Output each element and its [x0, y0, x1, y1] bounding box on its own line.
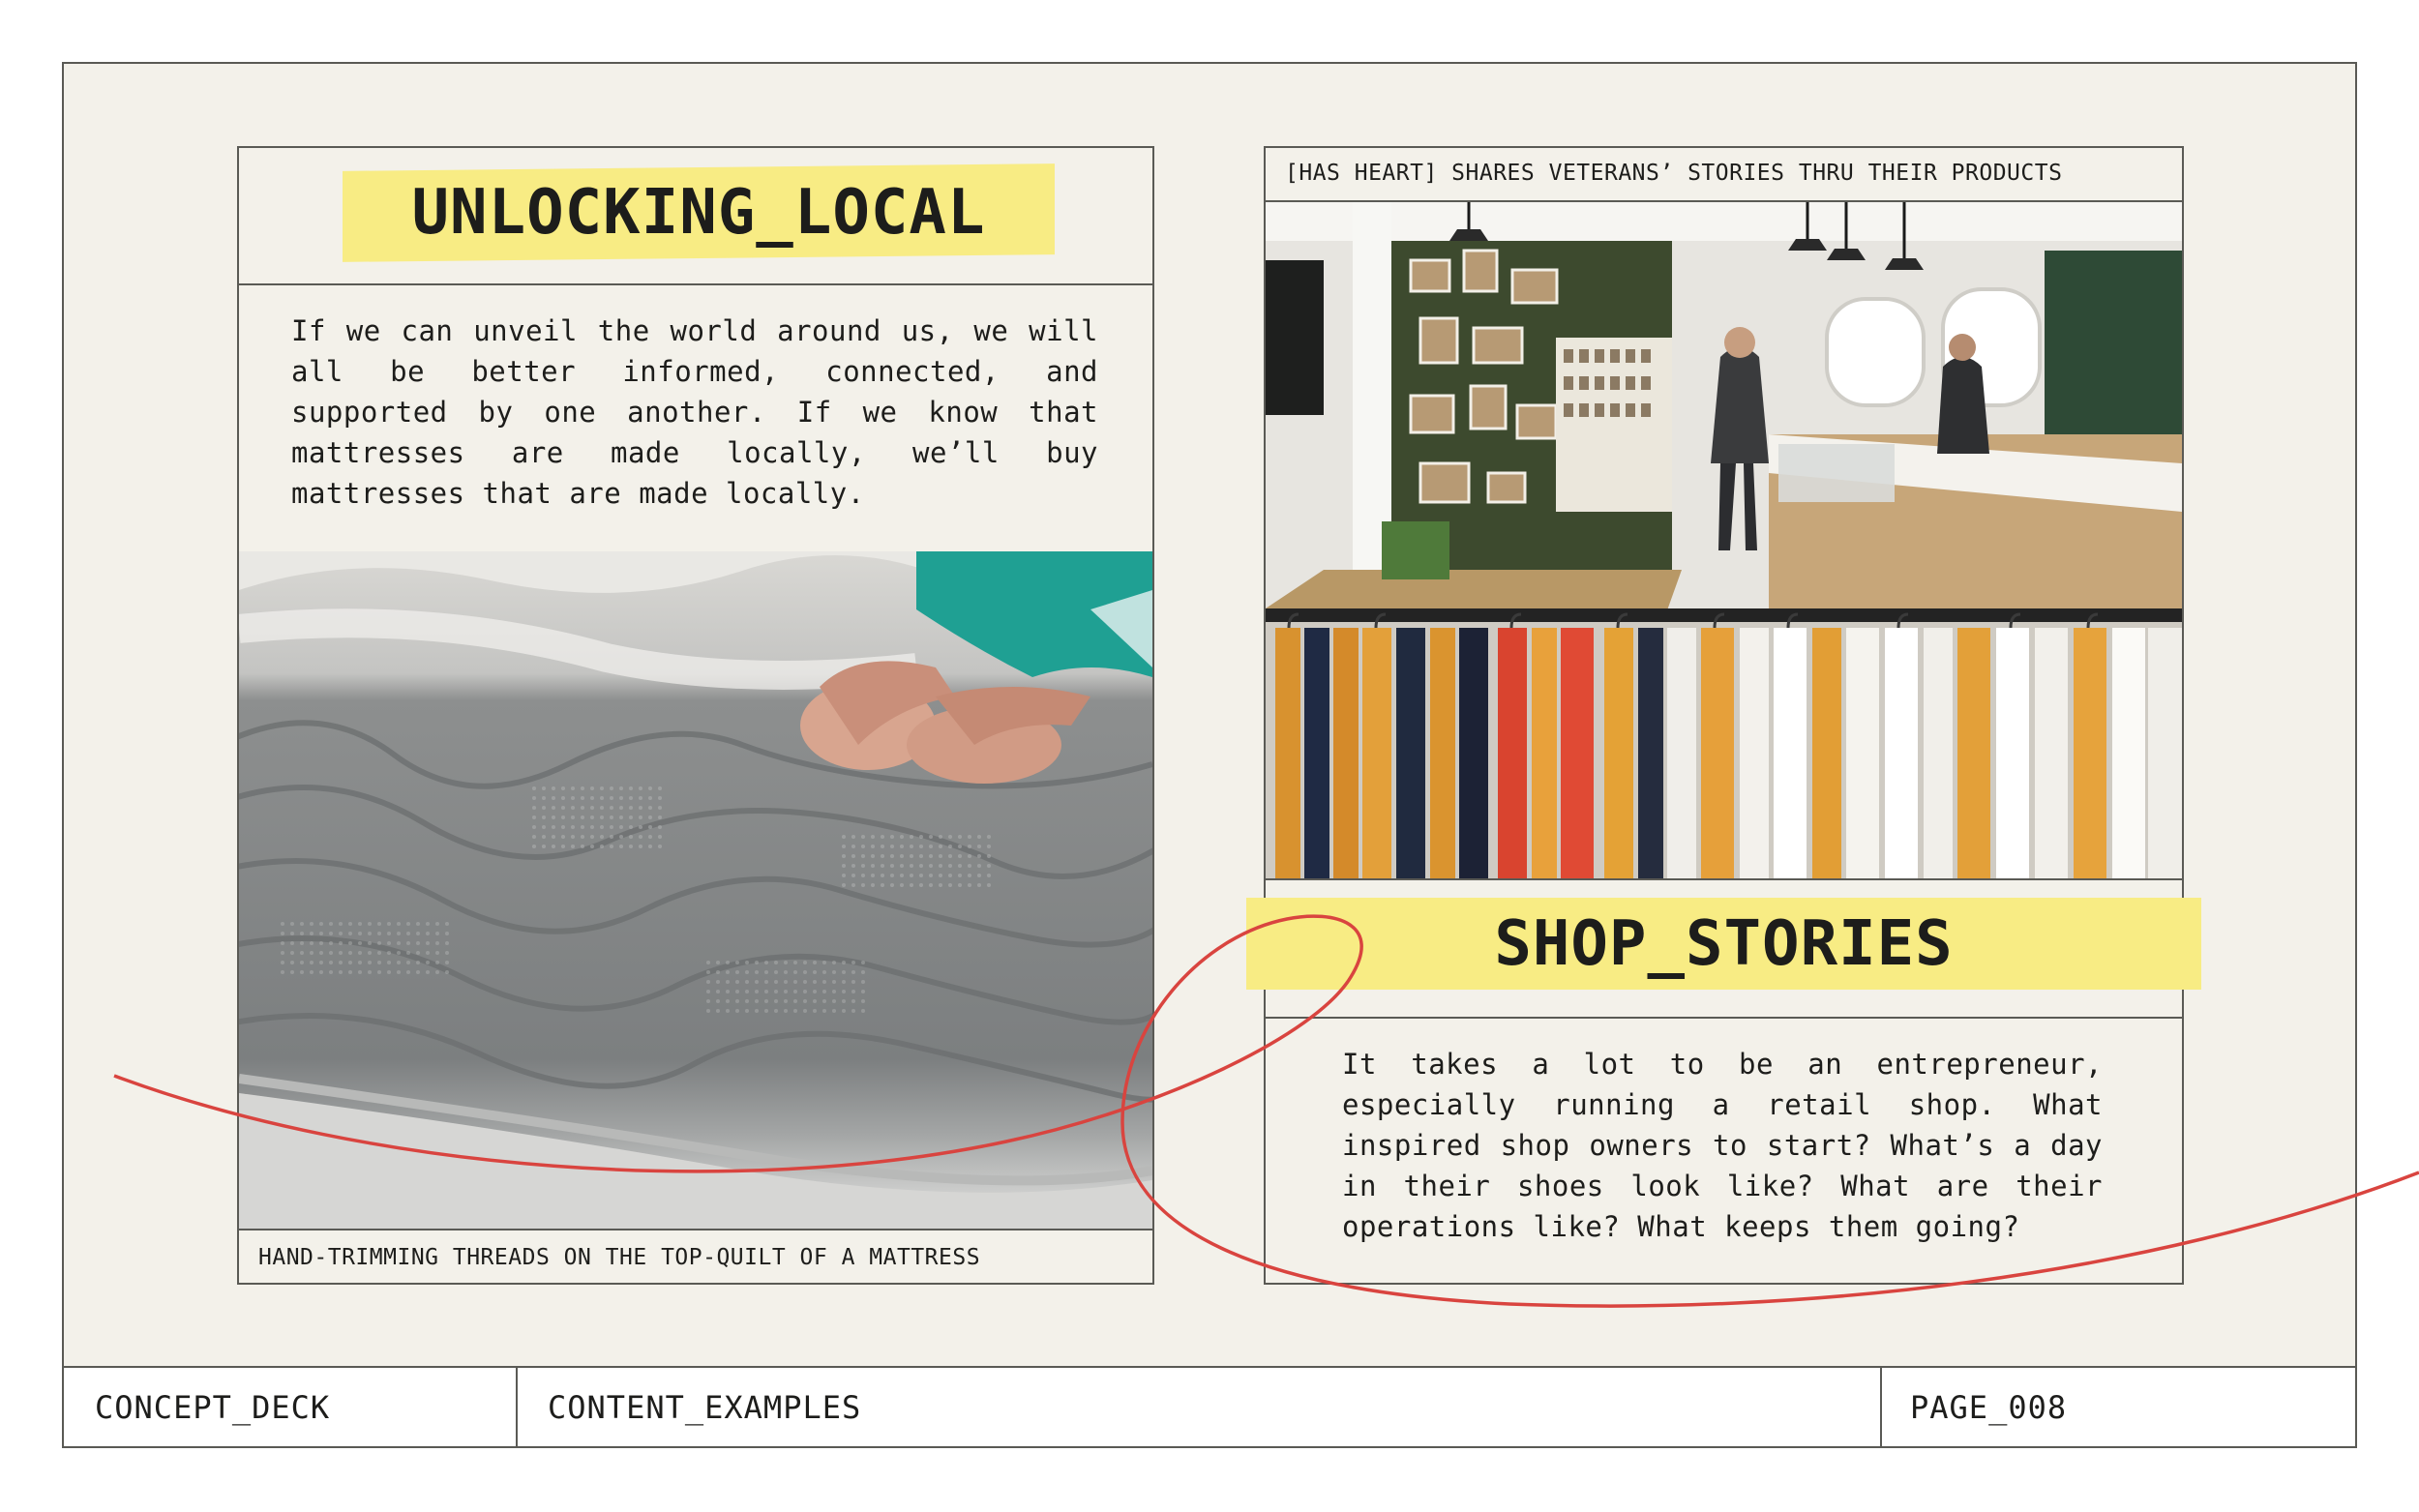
mattress-quilting-image: [239, 551, 1152, 1229]
divider: [1264, 1017, 2184, 1019]
shop-stories-title: SHOP_STORIES: [1494, 908, 1954, 980]
retail-shop-image: [1266, 202, 2182, 878]
retail-shop-photo: [1266, 202, 2182, 878]
shop-stories-body: It takes a lot to be an entrepreneur, es…: [1342, 1048, 2103, 1243]
footer-divider: [1880, 1368, 1882, 1446]
divider: [237, 283, 1154, 285]
footer-page-number: PAGE_008: [1910, 1388, 2068, 1426]
divider: [1264, 878, 2184, 880]
mattress-photo-caption: HAND-TRIMMING THREADS ON THE TOP-QUILT O…: [258, 1245, 981, 1270]
footer-bar: CONCEPT_DECK CONTENT_EXAMPLES PAGE_008: [62, 1366, 2357, 1448]
footer-divider: [516, 1368, 518, 1446]
shop-stories-header: [HAS HEART] SHARES VETERANS’ STORIES THR…: [1285, 161, 2063, 186]
footer-deck-label: CONCEPT_DECK: [95, 1388, 331, 1426]
unlocking-local-body: If we can unveil the world around us, we…: [291, 314, 1098, 510]
footer-section-label: CONTENT_EXAMPLES: [548, 1388, 862, 1426]
unlocking-local-title: UNLOCKING_LOCAL: [411, 177, 986, 249]
mattress-photo: [239, 551, 1152, 1229]
divider: [237, 1229, 1154, 1230]
